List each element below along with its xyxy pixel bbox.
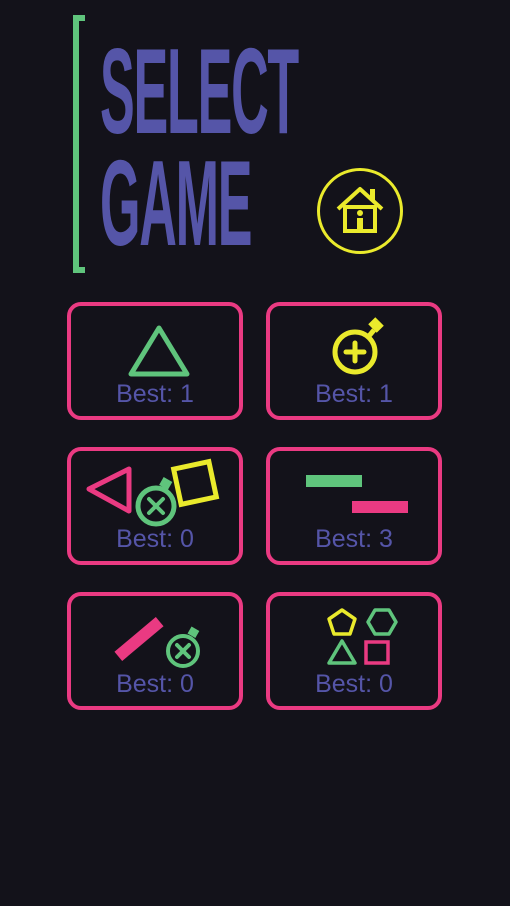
- best-score: Best: 0: [116, 670, 194, 698]
- home-button[interactable]: [317, 168, 403, 254]
- game-card-polygons[interactable]: Best: 0: [266, 592, 442, 710]
- best-score: Best: 1: [116, 380, 194, 408]
- best-score: Best: 0: [116, 525, 194, 553]
- triangle-icon: [128, 325, 190, 377]
- game-card-bomb[interactable]: Best: 1: [266, 302, 442, 420]
- best-score: Best: 3: [315, 525, 393, 553]
- bars-icon: [306, 475, 408, 513]
- game-card-bar-bomb[interactable]: Best: 0: [67, 592, 243, 710]
- game-card-bars[interactable]: Best: 3: [266, 447, 442, 565]
- best-score: Best: 0: [315, 670, 393, 698]
- bar-bomb-icon: [114, 617, 200, 668]
- title-select: SELECT: [100, 22, 299, 160]
- game-card-shapes-mix[interactable]: Best: 0: [67, 447, 243, 565]
- home-icon: [336, 187, 384, 233]
- polygons-icon: [327, 608, 398, 665]
- title-bracket: [73, 15, 85, 273]
- game-card-triangle[interactable]: Best: 1: [67, 302, 243, 420]
- title-game: GAME: [100, 134, 253, 272]
- bomb-icon: [332, 317, 384, 375]
- triangle-bomb-square-icon: [86, 458, 220, 527]
- best-score: Best: 1: [315, 380, 393, 408]
